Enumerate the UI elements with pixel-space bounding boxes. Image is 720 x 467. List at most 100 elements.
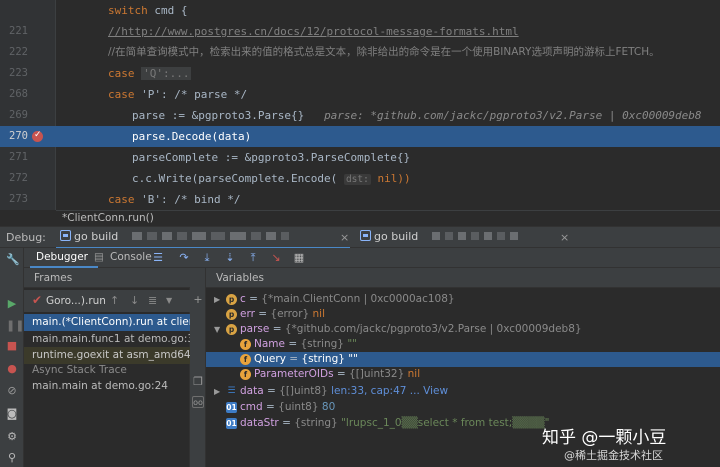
step-out-icon[interactable]: ⤒ <box>246 251 260 265</box>
force-step-into-icon[interactable]: ⇣ <box>223 251 237 265</box>
code-text: parse := &pgproto3.Parse{} parse: *githu… <box>132 109 702 122</box>
wrench-icon[interactable]: 🔧 <box>6 254 20 266</box>
glasses-icon[interactable]: oo <box>192 396 204 408</box>
expand-icon[interactable]: ▶ <box>214 384 220 399</box>
go-icon <box>360 230 371 241</box>
debug-tab-go-build-2[interactable]: go build <box>360 230 518 246</box>
frames-panel: Frames ✔ Goro...).run ↑ ↓ ≣ ▼ main.(*Cli… <box>24 268 190 467</box>
tab-console[interactable]: Console <box>110 251 152 263</box>
evaluate-icon[interactable]: ▦ <box>292 251 306 265</box>
settings-icon[interactable]: ⚙ <box>6 431 18 443</box>
collapse-icon[interactable]: ▼ <box>214 322 220 337</box>
view-breakpoints-icon[interactable]: ● <box>6 363 18 375</box>
watermark: 知乎 @一颗小豆 @稀土掘金技术社区 <box>538 423 720 467</box>
close-icon[interactable]: × <box>560 231 569 244</box>
breakpoint-icon[interactable]: ✓ <box>32 130 44 142</box>
code-line: 223 case 'Q':... <box>0 63 720 84</box>
code-text: case 'P': /* parse */ <box>108 88 248 101</box>
param-hint: dst: <box>343 174 371 185</box>
frame-item[interactable]: runtime.goexit at asm_amd64.s <box>24 347 190 364</box>
line-number: 272 <box>9 172 28 184</box>
step-into-icon[interactable]: ⤓ <box>200 251 214 265</box>
variable-row-selected[interactable]: f Query = {string} "" <box>206 352 720 367</box>
arrow-down-icon[interactable]: ↓ <box>130 294 139 307</box>
breadcrumb-text: *ClientConn.run() <box>62 212 154 224</box>
line-number: 269 <box>9 109 28 121</box>
copy-icon[interactable]: ❐ <box>192 376 204 388</box>
variable-row[interactable]: f Name = {string} "" <box>206 337 720 352</box>
pause-icon[interactable]: ❚❚ <box>6 320 24 332</box>
debug-tabbar: Debug: go build × go build × <box>0 226 720 249</box>
thread-selector[interactable]: ✔ Goro...).run ↑ ↓ ≣ ▼ <box>24 290 190 312</box>
frames-title: Frames <box>34 272 73 284</box>
line-number: 222 <box>9 46 28 58</box>
camera-icon[interactable]: ◙ <box>6 408 18 420</box>
variables-title: Variables <box>216 272 264 284</box>
code-text: case 'Q':... <box>108 67 192 80</box>
stop-icon[interactable]: ■ <box>6 340 18 352</box>
step-over-icon[interactable]: ↷ <box>177 251 191 265</box>
debugger-tabs: Debugger ▤ Console ☰ ↷ ⤓ ⇣ ⤒ ↘ ▦ <box>24 248 720 268</box>
code-line: 272 c.c.Write(parseComplete.Encode( dst:… <box>0 168 720 189</box>
variables-toolstrip: + ❐ oo <box>190 268 206 467</box>
variable-row[interactable]: ▼ p parse = {*github.com/jackc/pgproto3/… <box>206 322 720 337</box>
variable-row[interactable]: ▶ ☰ data = {[]uint8} len:33, cap:47 ... … <box>206 384 720 399</box>
code-text: parse.Decode(data) <box>132 130 252 143</box>
watermark-sub: @稀土掘金技术社区 <box>564 449 663 462</box>
line-number: 221 <box>9 25 28 37</box>
line-number: 273 <box>9 193 28 205</box>
code-text: switch cmd { <box>108 4 188 17</box>
variable-row[interactable]: f ParameterOIDs = {[]uint32} nil <box>206 367 720 382</box>
code-line: 269 parse := &pgproto3.Parse{} parse: *g… <box>0 105 720 126</box>
debug-label: Debug: <box>6 231 46 244</box>
frame-item[interactable]: main.main.func1 at demo.go:30 <box>24 331 190 348</box>
code-line-current: 270 ✓ parse.Decode(data) <box>0 126 720 147</box>
mute-breakpoints-icon[interactable]: ⊘ <box>6 385 18 397</box>
filter-icon[interactable]: ≣ <box>148 294 157 307</box>
variable-row[interactable]: ▶ p c = {*main.ClientConn | 0xc0000ac108… <box>206 292 720 307</box>
code-line: 222 //在简单查询模式中，检索出来的值的格式总是文本，除非给出的命令是在一个… <box>0 42 720 63</box>
line-number: 271 <box>9 151 28 163</box>
frame-item[interactable]: main.main at demo.go:24 <box>24 378 190 395</box>
var-icon: p <box>226 309 237 320</box>
field-icon: f <box>240 339 251 350</box>
code-link[interactable]: //http://www.postgres.cn/docs/12/protoco… <box>108 21 519 42</box>
async-stack-label: Async Stack Trace <box>32 364 127 376</box>
debug-tab-go-build-1[interactable]: go build <box>60 230 289 246</box>
breadcrumb[interactable]: *ClientConn.run() <box>56 210 720 226</box>
folded-region[interactable]: 'Q':... <box>141 67 192 80</box>
pin-icon[interactable]: ⚲ <box>6 452 18 464</box>
var-icon: p <box>226 294 237 305</box>
variable-row[interactable]: p err = {error} nil <box>206 307 720 322</box>
chevron-down-icon[interactable]: ▼ <box>166 296 172 305</box>
code-text: parseComplete := &pgproto3.ParseComplete… <box>132 151 411 164</box>
run-to-cursor-icon[interactable]: ↘ <box>269 251 283 265</box>
frames-header: Frames <box>24 268 190 288</box>
basic-type-icon: 01 <box>226 418 237 429</box>
code-line: 271 parseComplete := &pgproto3.ParseComp… <box>0 147 720 168</box>
go-icon <box>60 230 71 241</box>
watermark-main: 知乎 @一颗小豆 <box>542 428 667 448</box>
array-icon: ☰ <box>227 386 236 396</box>
debug-toolstrip: 🔧 ▶ ❚❚ ■ ● ⊘ ◙ ⚙ ⚲ <box>0 248 24 467</box>
expand-icon[interactable]: ▶ <box>214 292 220 307</box>
close-icon[interactable]: × <box>340 231 349 244</box>
code-text: c.c.Write(parseComplete.Encode( dst: nil… <box>132 172 411 185</box>
code-editor[interactable]: switch cmd { 221 //http://www.postgres.c… <box>0 0 720 210</box>
resume-icon[interactable]: ▶ <box>6 298 18 310</box>
console-icon: ▤ <box>94 251 104 263</box>
field-icon: f <box>240 354 251 365</box>
frame-item[interactable]: main.(*ClientConn).run at client <box>24 314 190 331</box>
code-line: 273 case 'B': /* bind */ <box>0 189 720 210</box>
var-icon: p <box>226 324 237 335</box>
variable-row[interactable]: 01 cmd = {uint8} 80 <box>206 400 720 415</box>
basic-type-icon: 01 <box>226 402 237 413</box>
tab-debugger[interactable]: Debugger <box>36 251 88 263</box>
menu-icon[interactable]: ☰ <box>151 251 165 265</box>
thread-name: Goro...).run <box>46 295 106 307</box>
arrow-up-icon[interactable]: ↑ <box>110 294 119 307</box>
check-icon: ✔ <box>32 293 43 307</box>
variables-header: Variables <box>206 268 720 288</box>
code-line: 221 //http://www.postgres.cn/docs/12/pro… <box>0 21 720 42</box>
add-icon[interactable]: + <box>192 294 204 306</box>
